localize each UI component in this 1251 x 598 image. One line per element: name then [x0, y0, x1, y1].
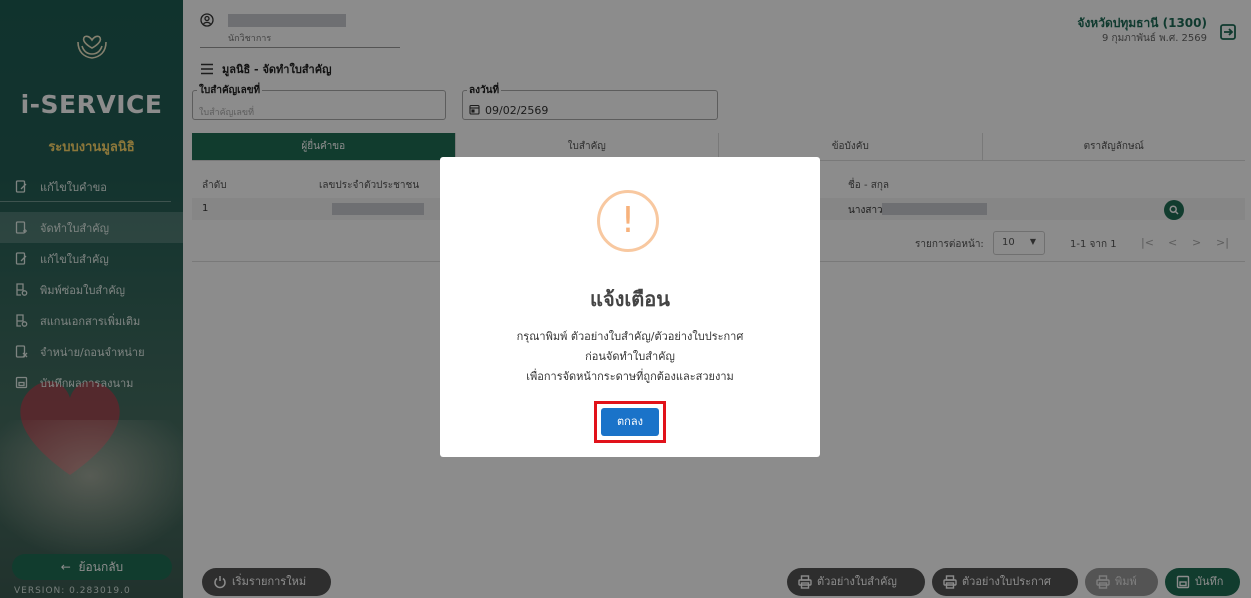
ok-button[interactable]: ตกลง [601, 408, 659, 436]
dialog-message-line: เพื่อการจัดหน้ากระดาษที่ถูกต้องและสวยงาม [526, 370, 734, 383]
warning-icon: ! [597, 190, 659, 252]
alert-dialog: ! แจ้งเตือน กรุณาพิมพ์ ตัวอย่างใบสำคัญ/ต… [440, 157, 820, 457]
dialog-message: กรุณาพิมพ์ ตัวอย่างใบสำคัญ/ตัวอย่างใบประ… [440, 327, 820, 387]
dialog-message-line: ก่อนจัดทำใบสำคัญ [585, 350, 675, 363]
dialog-message-line: กรุณาพิมพ์ ตัวอย่างใบสำคัญ/ตัวอย่างใบประ… [516, 330, 744, 343]
dialog-title: แจ้งเตือน [590, 287, 670, 311]
